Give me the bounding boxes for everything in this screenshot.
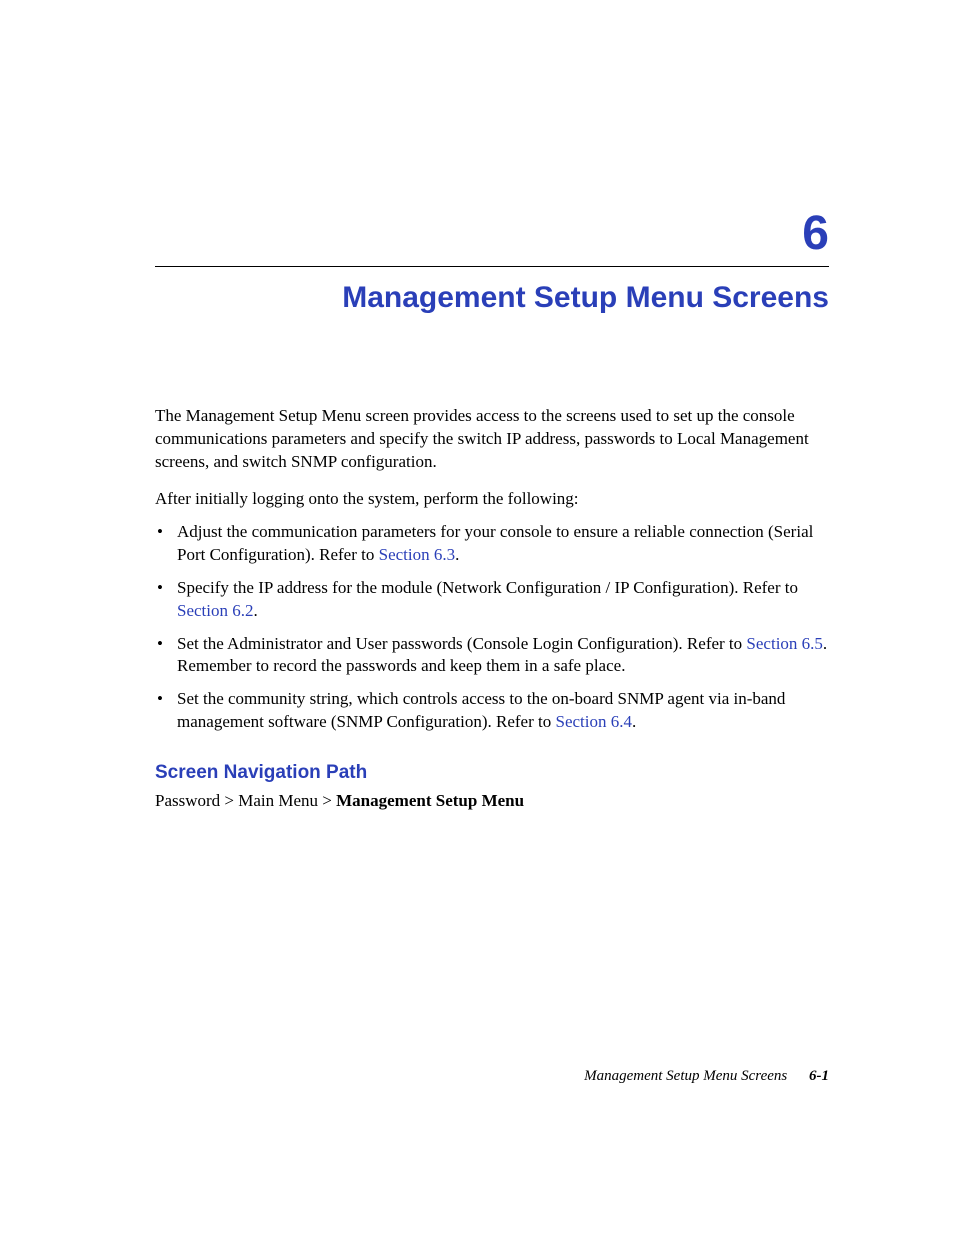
xref-link[interactable]: Section 6.5 [746, 634, 823, 653]
breadcrumb: Password > Main Menu > Management Setup … [155, 790, 829, 813]
list-item: Adjust the communication parameters for … [177, 521, 829, 567]
xref-link[interactable]: Section 6.3 [379, 545, 456, 564]
section-heading: Screen Navigation Path [155, 762, 829, 784]
breadcrumb-plain: Password > Main Menu > [155, 791, 336, 810]
list-text: Set the Administrator and User passwords… [177, 634, 746, 653]
xref-link[interactable]: Section 6.2 [177, 601, 254, 620]
list-item: Set the community string, which controls… [177, 688, 829, 734]
list-item: Set the Administrator and User passwords… [177, 633, 829, 679]
list-text: Set the community string, which controls… [177, 689, 785, 731]
chapter-rule [155, 266, 829, 267]
xref-link[interactable]: Section 6.4 [555, 712, 632, 731]
list-text: Adjust the communication parameters for … [177, 522, 813, 564]
chapter-number: 6 [155, 210, 829, 258]
lead-paragraph: After initially logging onto the system,… [155, 488, 829, 511]
list-text-post: . [254, 601, 258, 620]
page-footer: Management Setup Menu Screens 6-1 [584, 1068, 829, 1085]
breadcrumb-bold: Management Setup Menu [336, 791, 524, 810]
bullet-list: Adjust the communication parameters for … [155, 521, 829, 735]
list-text-post: . [455, 545, 459, 564]
list-text-post: . [632, 712, 636, 731]
list-item: Specify the IP address for the module (N… [177, 577, 829, 623]
intro-paragraph: The Management Setup Menu screen provide… [155, 405, 829, 474]
chapter-title: Management Setup Menu Screens [155, 281, 829, 315]
footer-page-number: 6-1 [809, 1068, 829, 1084]
footer-title: Management Setup Menu Screens [584, 1068, 787, 1084]
list-text: Specify the IP address for the module (N… [177, 578, 798, 597]
